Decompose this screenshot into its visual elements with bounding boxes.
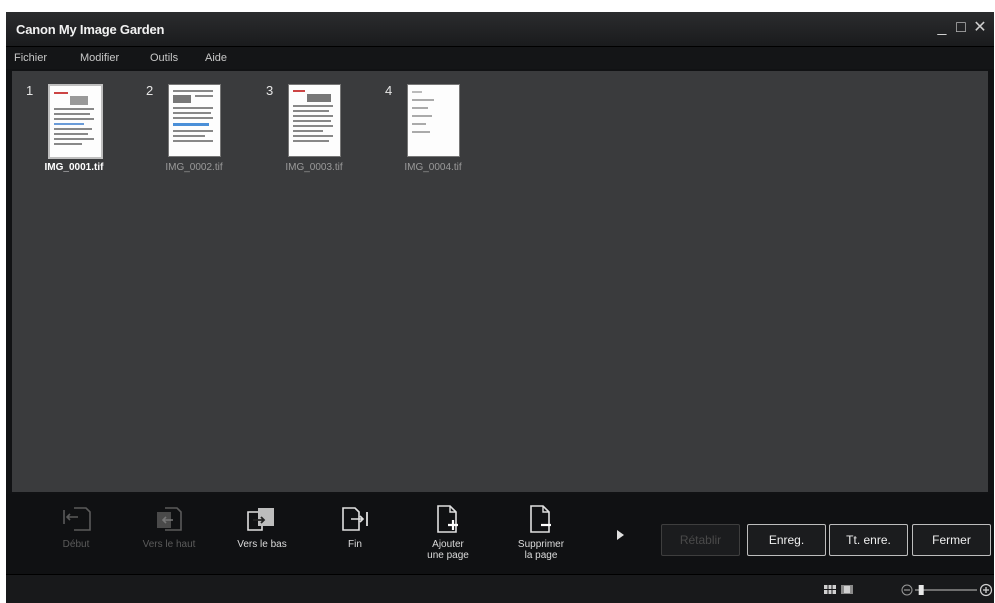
menu-outils[interactable]: Outils xyxy=(150,52,178,64)
thumbnail-filename: IMG_0002.tif xyxy=(165,162,223,173)
restore-button[interactable]: Rétablir xyxy=(661,524,740,556)
tool-label: Vers le haut xyxy=(142,539,196,550)
thumbnail-filename: IMG_0001.tif xyxy=(44,162,104,173)
zoom-in-icon[interactable] xyxy=(979,583,993,597)
thumbnail-item[interactable]: 4 IMG_0004.tif xyxy=(385,83,481,183)
save-button[interactable]: Enreg. xyxy=(747,524,826,556)
thumbnail-item[interactable]: 2 IMG_0002.tif xyxy=(146,83,242,183)
maximize-button[interactable]: □ xyxy=(953,19,969,37)
page-number: 2 xyxy=(146,83,154,98)
add-page-button[interactable]: Ajouter une page xyxy=(408,504,488,570)
page-thumbnail-image xyxy=(407,84,460,157)
page-number: 4 xyxy=(385,83,393,98)
single-page-view-icon[interactable] xyxy=(841,585,853,594)
tool-label: Ajouter une page xyxy=(427,539,469,561)
tool-label: Supprimer la page xyxy=(517,539,565,561)
menu-aide[interactable]: Aide xyxy=(205,52,227,64)
page-thumbnail-image xyxy=(168,84,221,157)
minimize-button[interactable]: _ xyxy=(934,19,950,37)
page-number: 1 xyxy=(26,83,34,98)
triangle-right-icon xyxy=(617,530,624,540)
page-number: 3 xyxy=(266,83,274,98)
zoom-handle[interactable] xyxy=(918,585,924,595)
close-button[interactable]: Fermer xyxy=(912,524,991,556)
thumbnail-filename: IMG_0003.tif xyxy=(285,162,343,173)
move-to-start-icon xyxy=(63,507,91,531)
page-area[interactable]: 1 IMG_0001.tif 2 IMG_0002.tif 3 IMG_0003… xyxy=(12,71,988,492)
tool-label: Vers le bas xyxy=(237,539,287,550)
window-title: Canon My Image Garden xyxy=(16,22,165,37)
thumbnail-filename: IMG_0004.tif xyxy=(404,162,462,173)
title-bar[interactable]: Canon My Image Garden _ □ ✕ xyxy=(6,12,994,47)
move-down-button[interactable]: Vers le bas xyxy=(222,504,302,570)
move-up-button[interactable]: Vers le haut xyxy=(129,504,209,570)
thumbnail-view-icon[interactable] xyxy=(824,585,836,594)
delete-page-icon xyxy=(530,505,551,533)
tool-label: Fin xyxy=(348,539,362,550)
thumbnail-item[interactable]: 1 IMG_0001.tif xyxy=(26,83,122,183)
move-up-icon xyxy=(157,507,182,531)
zoom-slider[interactable] xyxy=(901,582,993,598)
save-all-button[interactable]: Tt. enre. xyxy=(829,524,908,556)
menu-fichier[interactable]: Fichier xyxy=(14,52,47,64)
more-tools-button[interactable] xyxy=(614,528,626,542)
tool-label: Début xyxy=(62,539,90,550)
delete-page-button[interactable]: Supprimer la page xyxy=(501,504,581,570)
close-window-button[interactable]: ✕ xyxy=(972,19,988,37)
zoom-out-icon[interactable] xyxy=(901,584,913,596)
menu-modifier[interactable]: Modifier xyxy=(80,52,119,64)
move-to-end-icon xyxy=(342,507,368,531)
menu-bar: Fichier Modifier Outils Aide xyxy=(6,47,994,69)
page-thumbnail-image xyxy=(48,84,103,159)
app-window: Canon My Image Garden _ □ ✕ Fichier Modi… xyxy=(6,12,994,603)
add-page-icon xyxy=(437,505,458,533)
status-bar xyxy=(6,574,994,603)
thumbnail-item[interactable]: 3 IMG_0003.tif xyxy=(266,83,362,183)
move-to-start-button[interactable]: Début xyxy=(36,504,116,570)
toolbar: Début Vers le haut Vers le bas Fin Ajout… xyxy=(6,494,994,574)
move-to-end-button[interactable]: Fin xyxy=(315,504,395,570)
page-thumbnail-image xyxy=(288,84,341,157)
move-down-icon xyxy=(247,508,274,531)
